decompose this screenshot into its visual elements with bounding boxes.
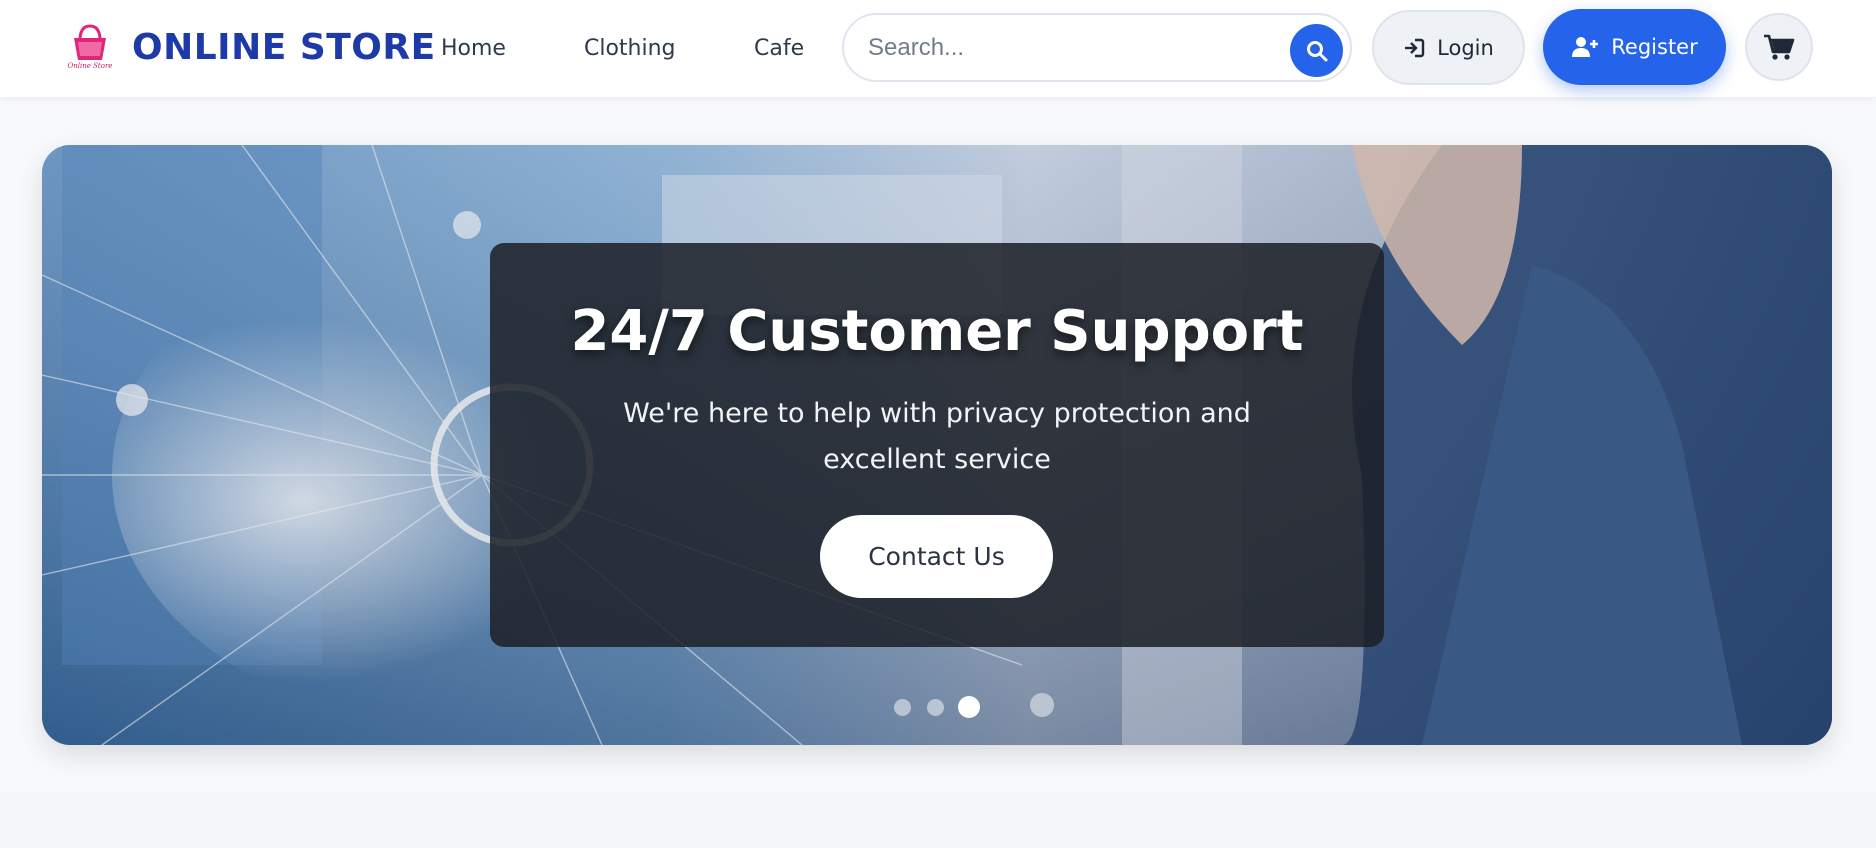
login-button[interactable]: Login [1372, 10, 1525, 85]
site-header: Online Store ONLINE STORE Home Clothing … [0, 0, 1876, 97]
search-bar [842, 13, 1352, 82]
content-section [0, 792, 1876, 848]
sign-in-icon [1405, 38, 1425, 57]
nav-clothing[interactable]: Clothing [584, 36, 676, 61]
carousel-dot-2[interactable] [927, 699, 944, 716]
hero-carousel: 24/7 Customer Support We're here to help… [42, 145, 1832, 745]
shopping-bag-logo-icon: Online Store [68, 24, 113, 70]
hero-subtitle: We're here to help with privacy protecti… [623, 398, 1251, 475]
logo[interactable]: Online Store [64, 20, 116, 72]
search-button[interactable] [1290, 24, 1343, 77]
contact-us-button[interactable]: Contact Us [820, 515, 1053, 598]
carousel-dot-3[interactable] [958, 696, 980, 718]
nav-cafe[interactable]: Cafe [754, 36, 804, 61]
user-plus-icon [1572, 37, 1599, 57]
cart-icon [1764, 34, 1795, 60]
login-label: Login [1437, 35, 1494, 60]
nav-home[interactable]: Home [441, 36, 506, 61]
hero-title: 24/7 Customer Support [570, 299, 1304, 364]
hero-caption-panel: 24/7 Customer Support We're here to help… [490, 243, 1384, 647]
logo-text: Online Store [68, 62, 113, 70]
cart-button[interactable] [1745, 13, 1813, 81]
register-label: Register [1611, 35, 1698, 59]
search-input[interactable] [868, 27, 1288, 69]
search-icon [1306, 40, 1327, 61]
register-button[interactable]: Register [1543, 9, 1726, 85]
carousel-dot-1[interactable] [894, 699, 911, 716]
brand-name[interactable]: ONLINE STORE [132, 27, 436, 68]
